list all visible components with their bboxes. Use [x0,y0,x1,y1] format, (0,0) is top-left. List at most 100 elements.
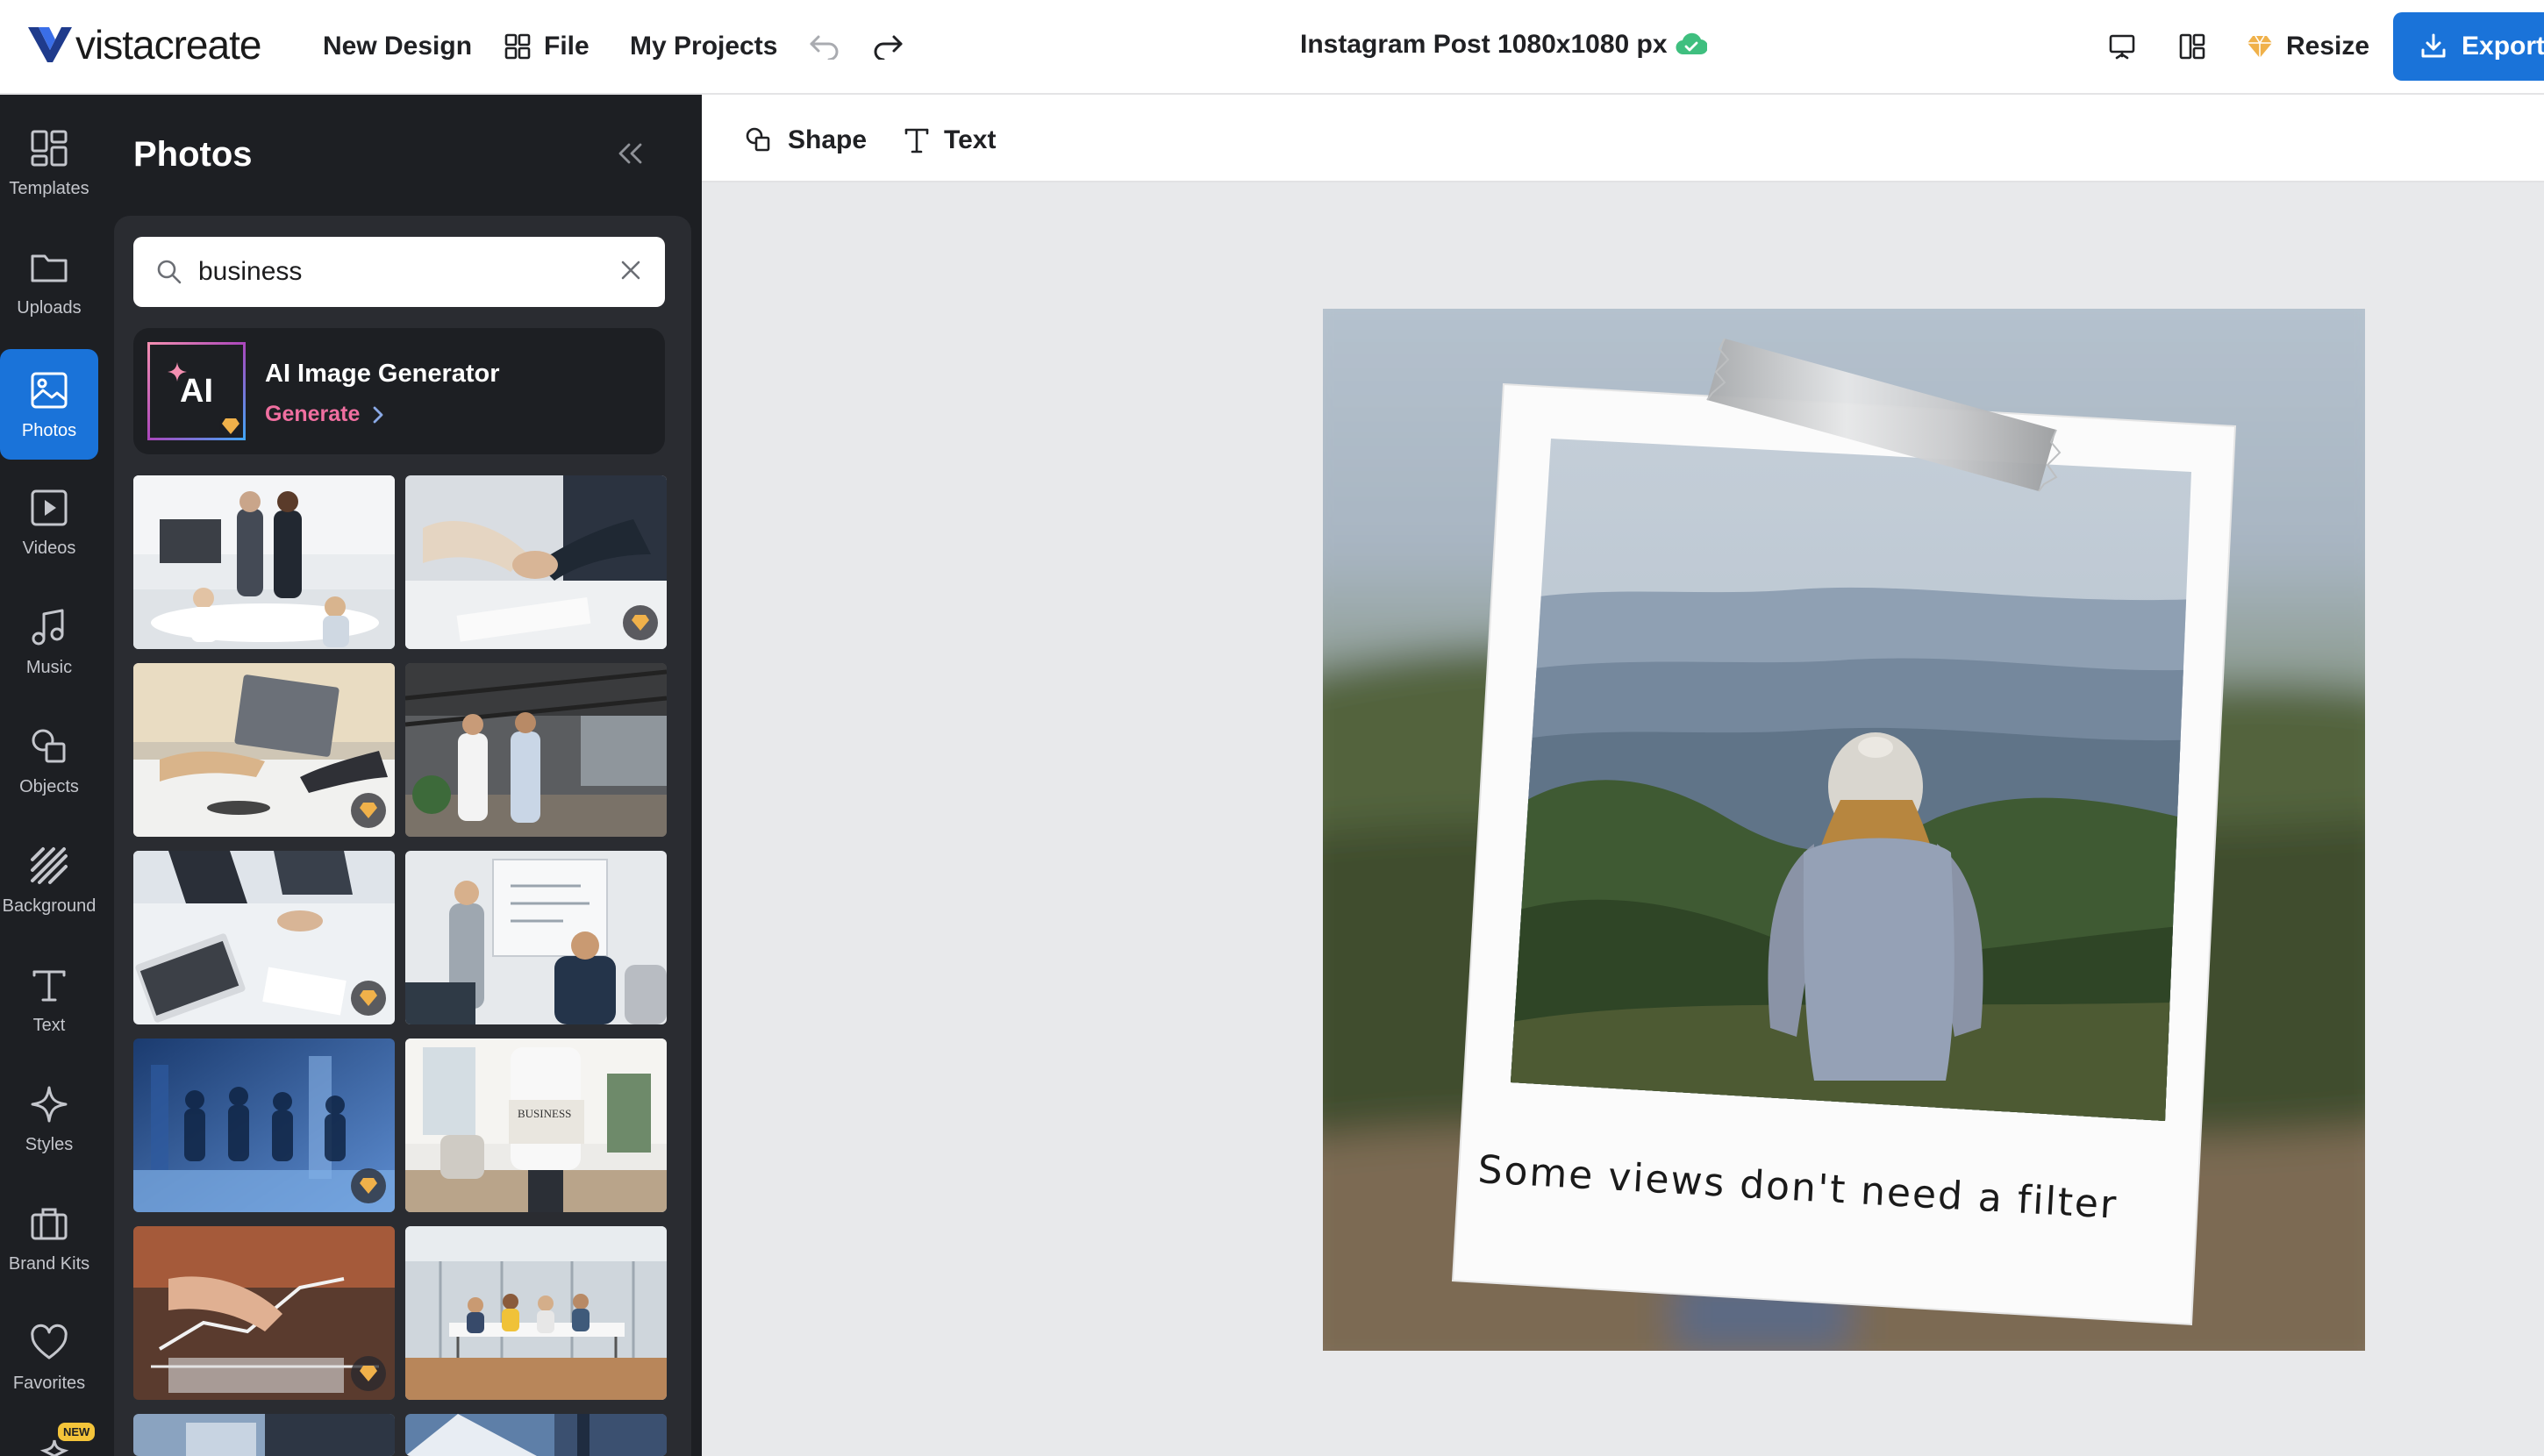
rail-label: Music [25,658,73,677]
photo-thumbnail[interactable] [405,851,667,1024]
layout-button[interactable] [2172,26,2212,67]
export-button[interactable]: Export [2393,12,2544,81]
photo-thumbnail[interactable] [133,1038,395,1212]
top-bar: vistacreate New Design File My Projects … [0,0,2544,95]
logo-text: vistacreate [75,22,261,68]
close-icon [621,261,640,279]
heart-icon [31,1324,68,1360]
new-badge: NEW [58,1423,96,1441]
rail-item-objects[interactable]: Objects [0,705,98,817]
file-label: File [544,32,590,61]
photo-business-handshake-office [133,475,395,649]
collapse-panel-button[interactable] [616,142,644,169]
video-icon [31,489,68,526]
left-nav-rail: Templates Uploads Photos Videos Music Ob… [0,95,111,1456]
photo-team-meeting-glass-office [405,1226,667,1400]
new-design-button[interactable]: New Design [323,26,472,67]
photo-thumbnail[interactable] [405,663,667,837]
rail-item-styles[interactable]: Styles [0,1063,98,1175]
rail-item-templates[interactable]: Templates [0,107,98,219]
design-artboard[interactable]: Some views don't need a filter [1323,309,2365,1351]
photo-coworkers-loft [405,663,667,837]
premium-badge [623,605,658,640]
undo-button[interactable] [804,26,846,67]
shape-label: Shape [788,125,868,154]
shape-icon [746,127,770,152]
rail-label: Text [32,1016,66,1035]
rail-item-favorites[interactable]: Favorites [0,1302,98,1414]
photo-thumbnail[interactable] [133,1414,395,1456]
photo-thumbnail[interactable] [405,1414,667,1456]
ai-generator-icon: AI [147,342,246,440]
file-menu-button[interactable]: File [504,26,590,67]
vistacreate-logo[interactable]: vistacreate [26,22,261,68]
rail-item-videos[interactable]: Videos [0,467,98,579]
generate-link[interactable]: Generate [265,402,384,427]
photo-man-reading-newspaper: BUSINESS [405,1038,667,1212]
premium-diamond-icon [360,990,377,1006]
premium-diamond-icon [219,414,242,437]
redo-icon [874,35,903,60]
premium-badge [351,793,386,828]
redo-button[interactable] [867,26,909,67]
photo-presentation-whiteboard [405,851,667,1024]
sparkle-icon [31,1086,68,1123]
grid-icon [504,33,531,60]
text-label: Text [944,125,997,154]
newspaper-headline-image: BUSINESS [518,1107,571,1120]
photo-thumbnail[interactable] [405,475,667,649]
briefcase-icon [31,1208,68,1240]
music-note-icon [32,609,64,646]
rail-item-uploads[interactable]: Uploads [0,226,98,339]
export-label: Export [2462,32,2544,61]
editor-toolbar: Shape Text [702,95,2544,182]
premium-diamond-icon [2247,35,2272,58]
rail-label: Templates [9,179,89,198]
chevron-right-icon [373,406,383,423]
search-input[interactable] [198,257,575,287]
photo-businessman-suit-partial [133,1414,395,1456]
my-projects-button[interactable]: My Projects [630,26,777,67]
design-canvas-graphic: Some views don't need a filter [1323,309,2365,1351]
layout-panels-icon [2179,33,2205,60]
present-button[interactable] [2102,26,2142,67]
text-tool-button[interactable]: Text [904,121,996,160]
rail-item-background[interactable]: Background [0,824,98,937]
rail-label: Videos [22,539,76,558]
resize-button[interactable]: Resize [2246,26,2369,67]
search-icon [157,260,182,284]
premium-diamond-icon [360,1178,377,1194]
resize-label: Resize [2286,32,2370,61]
premium-badge [351,1168,386,1203]
rail-item-photos[interactable]: Photos [0,349,98,460]
photo-search-bar[interactable] [133,237,665,307]
photo-thumbnail[interactable] [133,475,395,649]
rail-item-brand-kits[interactable]: Brand Kits [0,1182,98,1295]
download-icon [2421,33,2446,58]
rail-label: Styles [25,1135,74,1154]
image-icon [31,372,68,409]
folder-icon [31,254,68,282]
rail-item-music[interactable]: Music [0,586,98,698]
photo-thumbnail[interactable] [133,663,395,837]
clear-search-button[interactable] [619,259,642,286]
new-design-label: New Design [323,32,473,61]
photo-thumbnail[interactable] [133,851,395,1024]
background-stripes-icon [31,847,68,884]
text-icon [32,970,66,1002]
document-title[interactable]: Instagram Post 1080x1080 px [1300,30,1668,60]
shape-tool-button[interactable]: Shape [744,121,867,160]
cloud-saved-icon [1676,32,1709,61]
generate-label: Generate [265,402,361,426]
undo-icon [810,35,839,60]
rail-item-text[interactable]: Text [0,944,98,1056]
photo-thumbnail[interactable]: BUSINESS [405,1038,667,1212]
logo-mark-icon [28,27,72,62]
rail-label: Photos [21,421,77,440]
photo-thumbnail[interactable] [133,1226,395,1400]
ai-card-title: AI Image Generator [265,360,500,388]
ai-image-generator-card[interactable]: AI AI Image Generator Generate [133,328,665,454]
photo-thumbnail[interactable] [405,1226,667,1400]
premium-diamond-icon [360,1366,377,1381]
templates-icon [31,130,68,167]
